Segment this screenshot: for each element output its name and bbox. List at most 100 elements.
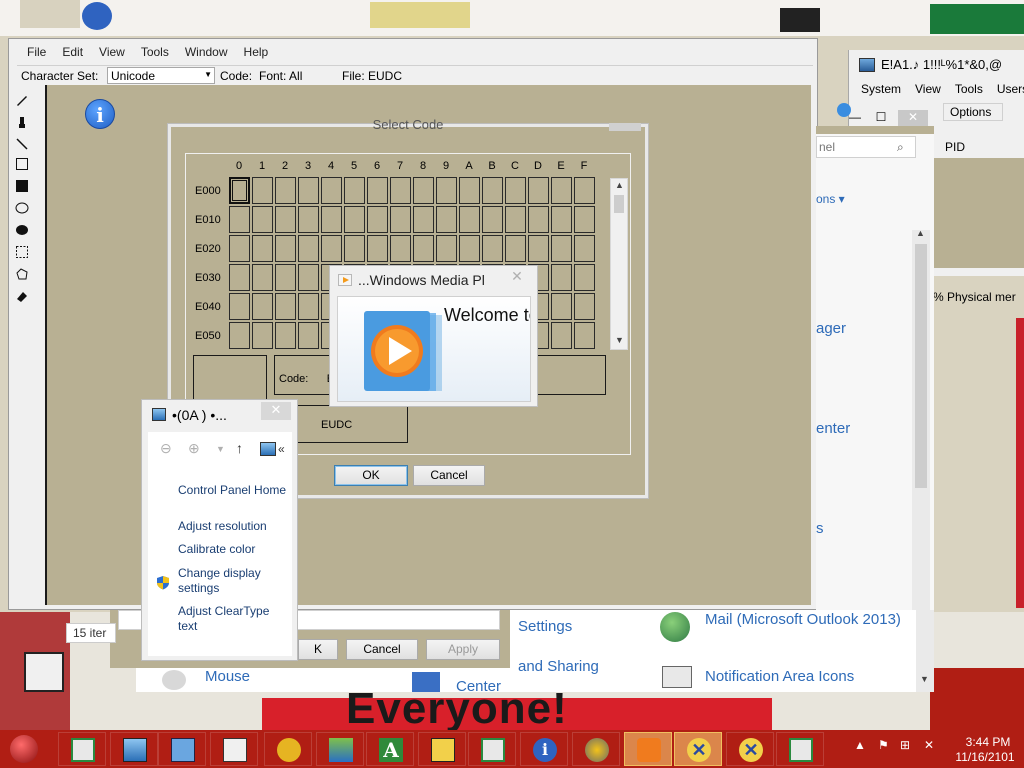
code-cell[interactable] xyxy=(229,293,250,320)
code-cell[interactable] xyxy=(252,206,273,233)
taskbar-character-map[interactable] xyxy=(418,732,466,766)
link-calibrate-color[interactable]: Calibrate color xyxy=(178,542,255,557)
close-button[interactable]: ✕ xyxy=(261,402,291,420)
code-cell[interactable] xyxy=(298,322,319,349)
cp-link-manager[interactable]: ager xyxy=(816,320,846,337)
code-cell[interactable] xyxy=(551,177,572,204)
code-cell[interactable] xyxy=(252,264,273,291)
taskbar-font-viewer[interactable]: A xyxy=(366,732,414,766)
code-cell[interactable] xyxy=(505,206,526,233)
ok-button[interactable]: K xyxy=(298,639,338,660)
link-adjust-resolution[interactable]: Adjust resolution xyxy=(178,519,267,534)
code-cell[interactable] xyxy=(528,177,549,204)
code-cell[interactable] xyxy=(574,293,595,320)
cp-link-mouse[interactable]: Mouse xyxy=(205,668,250,685)
code-cell[interactable] xyxy=(275,264,296,291)
taskbar-documents[interactable] xyxy=(468,732,516,766)
cp-link-s[interactable]: s xyxy=(816,520,824,537)
menu-file[interactable]: File xyxy=(19,41,54,63)
search-input[interactable]: nel ⌕ xyxy=(816,136,916,158)
code-cell[interactable] xyxy=(298,293,319,320)
code-cell[interactable] xyxy=(367,177,388,204)
cp-link-settings[interactable]: Settings xyxy=(518,618,572,635)
back-arrow-icon[interactable]: ⊖ xyxy=(160,440,172,457)
link-control-panel-home[interactable]: Control Panel Home xyxy=(178,483,286,498)
code-cell[interactable] xyxy=(229,177,250,204)
code-cell[interactable] xyxy=(413,177,434,204)
code-cell[interactable] xyxy=(436,235,457,262)
filled-rectangle-icon[interactable] xyxy=(15,179,29,193)
code-cell[interactable] xyxy=(321,177,342,204)
scroll-up-icon[interactable]: ▲ xyxy=(615,180,624,190)
code-cell[interactable] xyxy=(275,206,296,233)
menu-users[interactable]: Users xyxy=(997,82,1024,96)
code-cell[interactable] xyxy=(436,206,457,233)
flag-icon[interactable]: ⚑ xyxy=(878,738,889,752)
code-cell[interactable] xyxy=(390,235,411,262)
scroll-down-icon[interactable]: ▼ xyxy=(920,674,929,684)
code-cell[interactable] xyxy=(528,235,549,262)
code-cell[interactable] xyxy=(528,206,549,233)
code-cell[interactable] xyxy=(229,206,250,233)
code-cell[interactable] xyxy=(574,264,595,291)
code-cell[interactable] xyxy=(229,235,250,262)
code-cell[interactable] xyxy=(459,177,480,204)
pid-column-header[interactable]: PID xyxy=(945,140,965,154)
close-button[interactable] xyxy=(609,123,641,131)
code-cell[interactable] xyxy=(505,177,526,204)
cancel-button[interactable]: Cancel xyxy=(413,465,485,486)
link-adjust-cleartype[interactable]: Adjust ClearType text xyxy=(178,604,282,634)
menu-window[interactable]: Window xyxy=(177,41,236,63)
code-cell[interactable] xyxy=(551,206,572,233)
code-cell[interactable] xyxy=(229,322,250,349)
clock-time[interactable]: 3:44 PM xyxy=(958,735,1018,749)
cp-link-center-bottom[interactable]: Center xyxy=(456,678,501,695)
code-cell[interactable] xyxy=(252,177,273,204)
volume-muted-icon[interactable]: ✕ xyxy=(924,738,934,752)
code-cell[interactable] xyxy=(275,322,296,349)
line-icon[interactable] xyxy=(15,137,29,151)
view-by-dropdown[interactable]: ons ▾ xyxy=(816,192,845,206)
code-cell[interactable] xyxy=(459,235,480,262)
code-cell[interactable] xyxy=(321,235,342,262)
taskbar-display[interactable] xyxy=(110,732,158,766)
menu-view[interactable]: View xyxy=(915,82,941,96)
code-cell[interactable] xyxy=(551,264,572,291)
cp-link-notification[interactable]: Notification Area Icons xyxy=(705,668,854,685)
cp-bottom-scrollbar[interactable]: ▼ xyxy=(916,610,934,692)
menu-tools[interactable]: Tools xyxy=(133,41,177,63)
close-button[interactable]: ✕ xyxy=(503,268,531,286)
code-grid-scrollbar[interactable]: ▲ ▼ xyxy=(610,178,628,350)
code-cell[interactable] xyxy=(275,235,296,262)
code-cell[interactable] xyxy=(252,293,273,320)
code-cell[interactable] xyxy=(551,293,572,320)
taskbar-keys[interactable] xyxy=(264,732,312,766)
code-cell[interactable] xyxy=(482,235,503,262)
ok-button[interactable]: OK xyxy=(334,465,408,486)
cancel-button[interactable]: Cancel xyxy=(346,639,418,660)
scroll-thumb[interactable] xyxy=(614,195,624,213)
cp-link-center[interactable]: enter xyxy=(816,420,850,437)
scroll-down-icon[interactable]: ▼ xyxy=(615,335,624,345)
options-button[interactable]: Options xyxy=(943,103,1003,121)
scroll-thumb[interactable] xyxy=(915,244,927,488)
code-cell[interactable] xyxy=(574,322,595,349)
code-cell[interactable] xyxy=(252,322,273,349)
code-cell[interactable] xyxy=(275,177,296,204)
code-cell[interactable] xyxy=(482,177,503,204)
code-cell[interactable] xyxy=(390,177,411,204)
link-change-display-settings[interactable]: Change display settings xyxy=(178,566,278,596)
menu-tools[interactable]: Tools xyxy=(955,82,983,96)
filled-ellipse-icon[interactable] xyxy=(15,223,29,237)
code-cell[interactable] xyxy=(344,177,365,204)
code-cell[interactable] xyxy=(298,206,319,233)
hollow-rectangle-icon[interactable] xyxy=(15,157,29,171)
apply-button[interactable]: Apply xyxy=(426,639,500,660)
code-cell[interactable] xyxy=(574,177,595,204)
code-cell[interactable] xyxy=(321,206,342,233)
cp-link-sharing[interactable]: and Sharing xyxy=(518,658,599,675)
taskbar-document-check[interactable] xyxy=(210,732,258,766)
hollow-ellipse-icon[interactable] xyxy=(15,201,29,215)
menu-edit[interactable]: Edit xyxy=(54,41,91,63)
forward-arrow-icon[interactable]: ⊕ xyxy=(188,440,200,457)
